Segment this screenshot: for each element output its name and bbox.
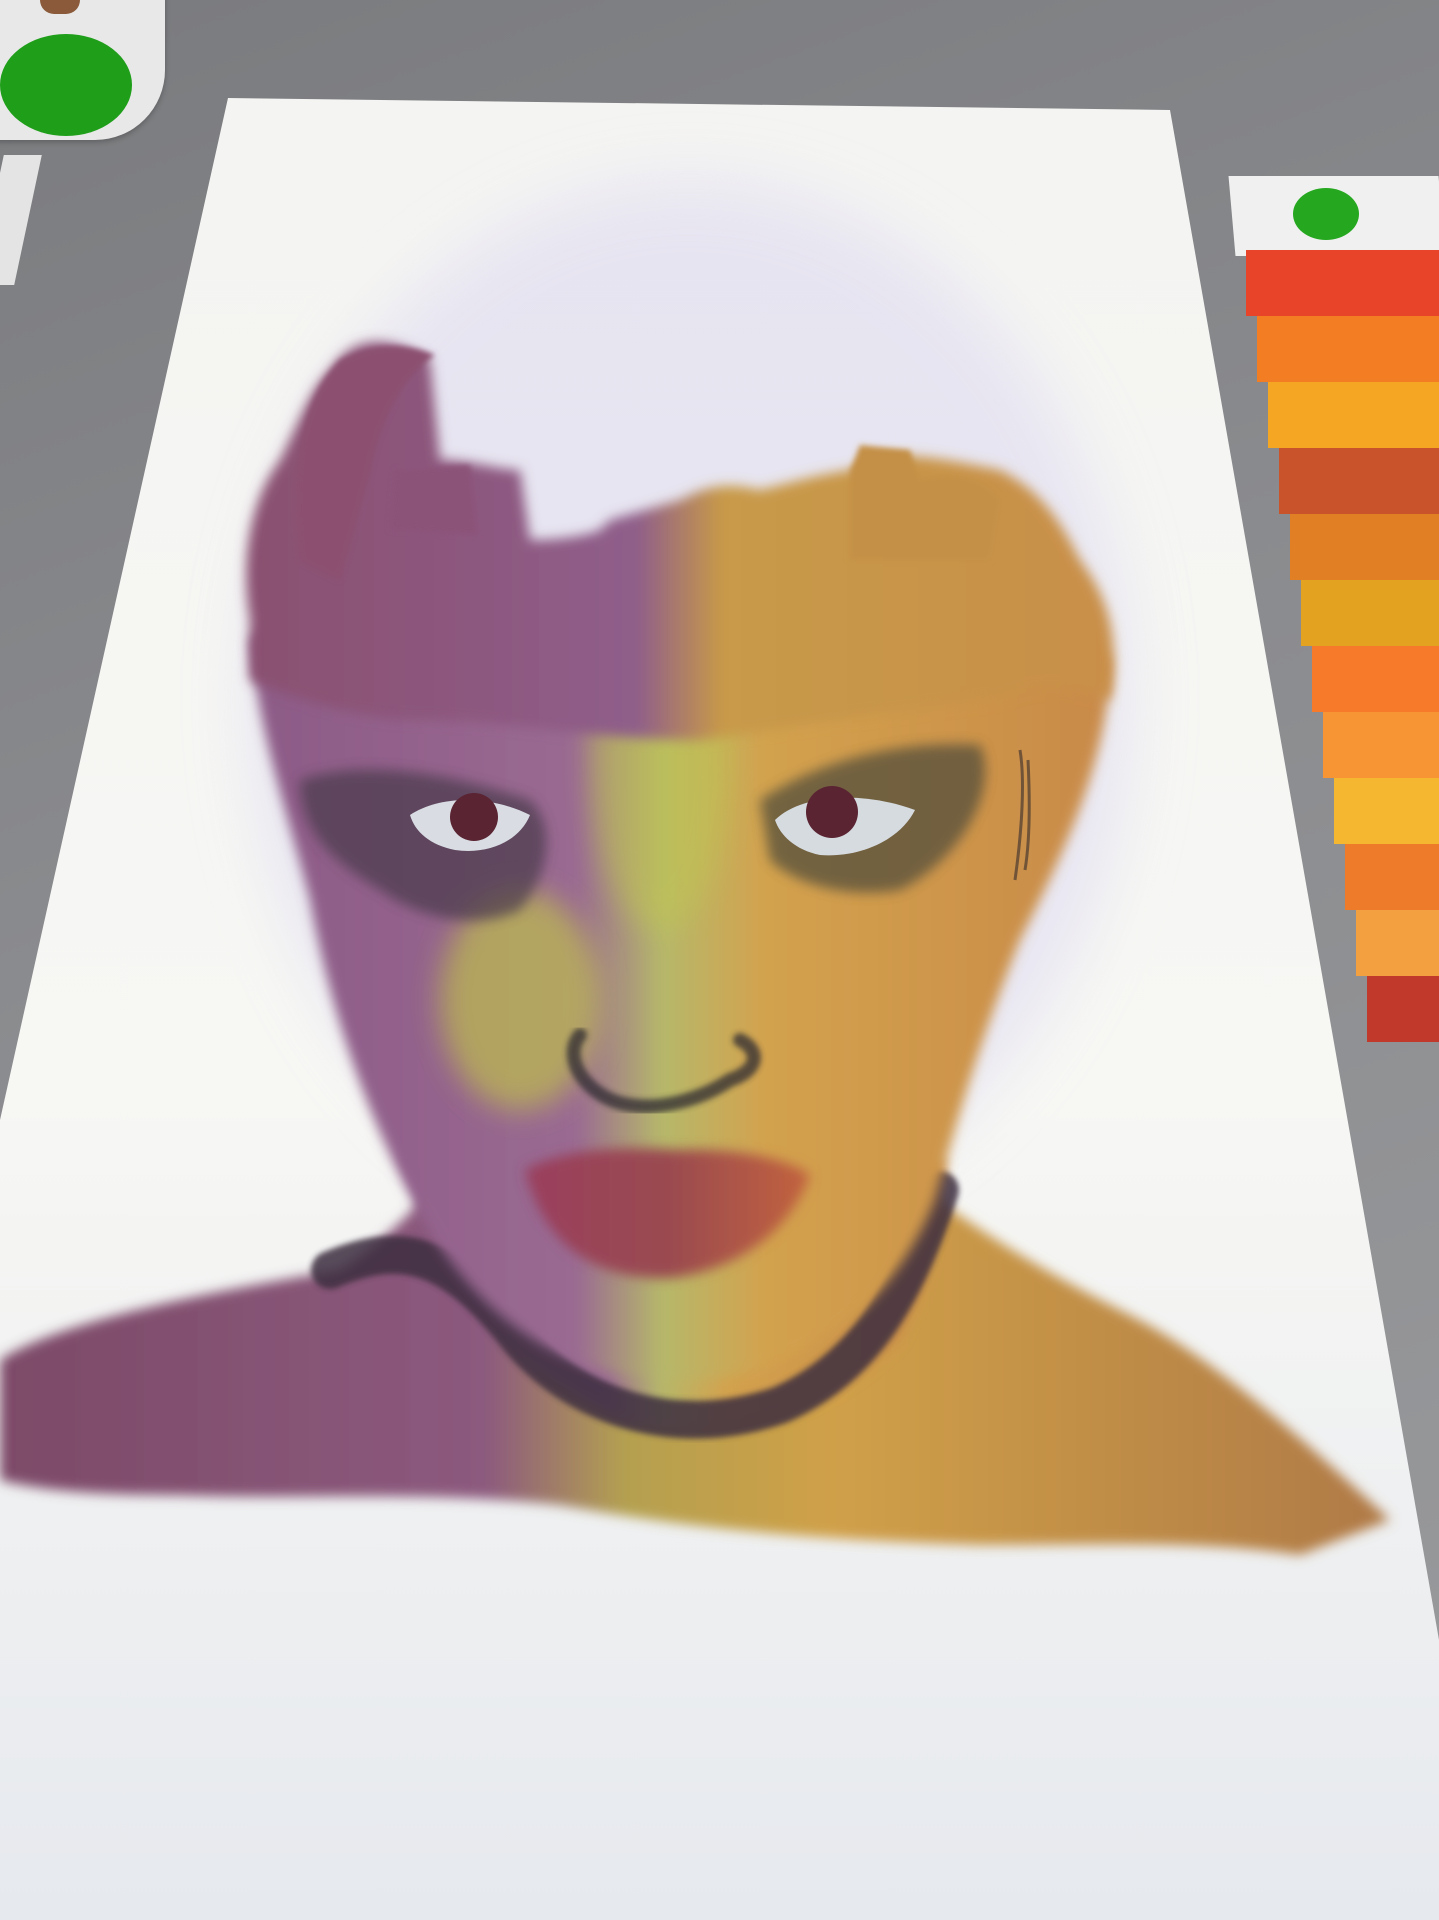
palette-selected-color[interactable] [1293, 188, 1359, 240]
palette-swatch[interactable] [1334, 778, 1439, 844]
color-palette [1246, 250, 1439, 1150]
drawing-canvas[interactable] [0, 0, 1439, 1920]
palette-swatch[interactable] [1257, 316, 1439, 382]
palette-swatch[interactable] [1312, 646, 1439, 712]
palette-swatch[interactable] [1268, 382, 1439, 448]
palette-swatch[interactable] [1367, 976, 1439, 1042]
palette-swatch[interactable] [1246, 250, 1439, 316]
brush-icon[interactable] [40, 0, 80, 14]
palette-swatch[interactable] [1345, 844, 1439, 910]
palette-swatch[interactable] [1290, 514, 1439, 580]
palette-swatch[interactable] [1279, 448, 1439, 514]
palette-swatch[interactable] [1323, 712, 1439, 778]
palette-swatch[interactable] [1301, 580, 1439, 646]
hair-spike-mid [390, 465, 478, 535]
active-color-swatch[interactable] [0, 34, 132, 136]
tablet-screen [0, 0, 1439, 1920]
palette-swatch[interactable] [1356, 910, 1439, 976]
